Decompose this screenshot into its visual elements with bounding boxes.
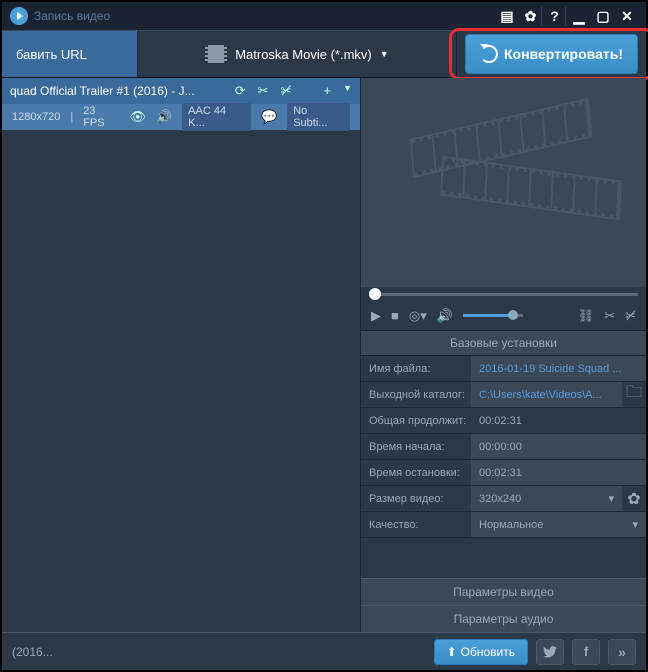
maximize-button[interactable]: ▢ xyxy=(592,7,614,25)
eye-icon[interactable]: 👁 xyxy=(129,109,146,125)
format-selector[interactable]: Matroska Movie (*.mkv) ▼ xyxy=(138,31,457,77)
subtitle-icon[interactable]: 💬 xyxy=(261,109,277,125)
seek-track xyxy=(369,293,638,296)
nocut-icon[interactable]: ✂̸ xyxy=(281,83,292,99)
volume-slider[interactable] xyxy=(463,314,523,317)
file-meta-row: 1280x720 | 23 FPS 👁 🔊 AAC 44 K... 💬 No S… xyxy=(2,104,360,130)
prop-size: Размер видео: 320x240 ✿ xyxy=(361,486,646,512)
bottom-bar: (2016... ⬆ Обновить f » xyxy=(2,632,646,670)
filename-value[interactable]: 2016-01-19 Suicide Squad ... xyxy=(471,356,646,381)
refresh-icon xyxy=(480,45,498,63)
prop-output: Выходной каталог: C:\Users\kate\Videos\A… xyxy=(361,382,646,408)
browse-folder-icon[interactable]: 🗀 xyxy=(622,381,646,408)
format-label: Matroska Movie (*.mkv) xyxy=(235,47,372,62)
add-url-button[interactable]: бавить URL xyxy=(2,31,138,77)
add-icon[interactable]: + xyxy=(323,83,331,99)
quality-value[interactable]: Нормальное xyxy=(471,512,646,537)
size-settings-icon[interactable]: ✿ xyxy=(622,489,646,509)
file-list-panel: quad Official Trailer #1 (2016) - J... ⟳… xyxy=(2,78,360,632)
audio-codec[interactable]: AAC 44 K... xyxy=(182,103,251,131)
titlebar-right: ▤ ✿ ? ▁ ▢ ✕ xyxy=(496,7,638,25)
file-name: quad Official Trailer #1 (2016) - J... xyxy=(10,84,195,98)
file-item-header[interactable]: quad Official Trailer #1 (2016) - J... ⟳… xyxy=(2,78,360,104)
help-icon[interactable]: ? xyxy=(544,7,566,25)
volume-icon[interactable]: 🔊 xyxy=(437,308,453,324)
resolution-value: 1280x720 xyxy=(12,111,60,123)
retry-icon[interactable]: ⟳ xyxy=(235,83,246,99)
close-button[interactable]: ✕ xyxy=(616,7,638,25)
film-reel-icon xyxy=(411,118,631,218)
output-value[interactable]: C:\Users\kate\Videos\A... xyxy=(471,382,622,407)
playback-controls: ▶ ■ ◎▾ 🔊 ⛓ ✂ ✂̸ xyxy=(361,301,646,331)
titlebar-left: Запись видео xyxy=(10,7,110,25)
toolbar: бавить URL Matroska Movie (*.mkv) ▼ Конв… xyxy=(2,30,646,78)
convert-label: Конвертировать! xyxy=(504,46,623,62)
prop-duration: Общая продолжит: 00:02:31 xyxy=(361,408,646,434)
prop-stop: Время остановки: 00:02:31 xyxy=(361,460,646,486)
video-params-button[interactable]: Параметры видео xyxy=(361,578,646,605)
stop-label: Время остановки: xyxy=(361,467,471,479)
basic-settings: Базовые установки Имя файла: 2016-01-19 … xyxy=(361,331,646,632)
prop-filename: Имя файла: 2016-01-19 Suicide Squad ... xyxy=(361,356,646,382)
app-title: Запись видео xyxy=(34,9,110,23)
subtitle-value[interactable]: No Subti... xyxy=(287,103,350,131)
quality-label: Качество: xyxy=(361,519,471,531)
cut-icon[interactable]: ✂ xyxy=(604,308,615,324)
preview-area xyxy=(361,78,646,287)
add-url-label: бавить URL xyxy=(16,47,87,62)
convert-wrap: Конвертировать! xyxy=(457,34,646,74)
twitter-button[interactable] xyxy=(536,639,564,665)
right-panel: ▶ ■ ◎▾ 🔊 ⛓ ✂ ✂̸ Базовые установки Имя фа… xyxy=(360,78,646,632)
more-button[interactable]: » xyxy=(608,639,636,665)
duration-value: 00:02:31 xyxy=(471,408,646,433)
minimize-button[interactable]: ▁ xyxy=(568,7,590,25)
output-label: Выходной каталог: xyxy=(361,389,471,401)
stop-value[interactable]: 00:02:31 xyxy=(471,460,646,485)
volume-thumb[interactable] xyxy=(508,310,518,320)
meta-separator: | xyxy=(70,111,73,123)
start-value[interactable]: 00:00:00 xyxy=(471,434,646,459)
settings-header: Базовые установки xyxy=(361,331,646,356)
snapshot-button[interactable]: ◎▾ xyxy=(409,308,427,324)
film-icon xyxy=(205,45,227,63)
play-button[interactable]: ▶ xyxy=(371,308,381,324)
link-icon[interactable]: ⛓ xyxy=(578,308,595,324)
size-value[interactable]: 320x240 xyxy=(471,486,622,511)
update-button[interactable]: ⬆ Обновить xyxy=(434,639,528,665)
facebook-button[interactable]: f xyxy=(572,639,600,665)
nocut-icon[interactable]: ✂̸ xyxy=(625,308,636,324)
speaker-icon[interactable]: 🔊 xyxy=(156,109,172,125)
chevron-down-icon[interactable]: ▼ xyxy=(343,83,352,99)
titlebar: Запись видео ▤ ✿ ? ▁ ▢ ✕ xyxy=(2,2,646,30)
upload-icon: ⬆ xyxy=(447,645,457,659)
cut-icon[interactable]: ✂ xyxy=(258,83,269,99)
start-label: Время начала: xyxy=(361,441,471,453)
settings-gear-icon[interactable]: ✿ xyxy=(520,7,542,25)
size-label: Размер видео: xyxy=(361,493,471,505)
menu-list-icon[interactable]: ▤ xyxy=(496,7,518,25)
filename-label: Имя файла: xyxy=(361,363,471,375)
duration-label: Общая продолжит: xyxy=(361,415,471,427)
volume-fill xyxy=(463,314,508,317)
fps-value: 23 FPS xyxy=(83,105,119,129)
convert-button[interactable]: Конвертировать! xyxy=(465,34,638,74)
seek-bar[interactable] xyxy=(361,287,646,301)
update-label: Обновить xyxy=(461,645,515,659)
app-logo-icon xyxy=(10,7,28,25)
main: quad Official Trailer #1 (2016) - J... ⟳… xyxy=(2,78,646,632)
stop-button[interactable]: ■ xyxy=(391,308,399,323)
status-text: (2016... xyxy=(12,645,53,659)
audio-params-button[interactable]: Параметры аудио xyxy=(361,605,646,632)
file-header-actions: ⟳ ✂ ✂̸ + ▼ xyxy=(235,83,352,99)
twitter-icon xyxy=(543,646,557,658)
prop-start: Время начала: 00:00:00 xyxy=(361,434,646,460)
prop-quality: Качество: Нормальное xyxy=(361,512,646,538)
chevron-down-icon: ▼ xyxy=(380,49,389,59)
seek-thumb[interactable] xyxy=(369,288,381,300)
